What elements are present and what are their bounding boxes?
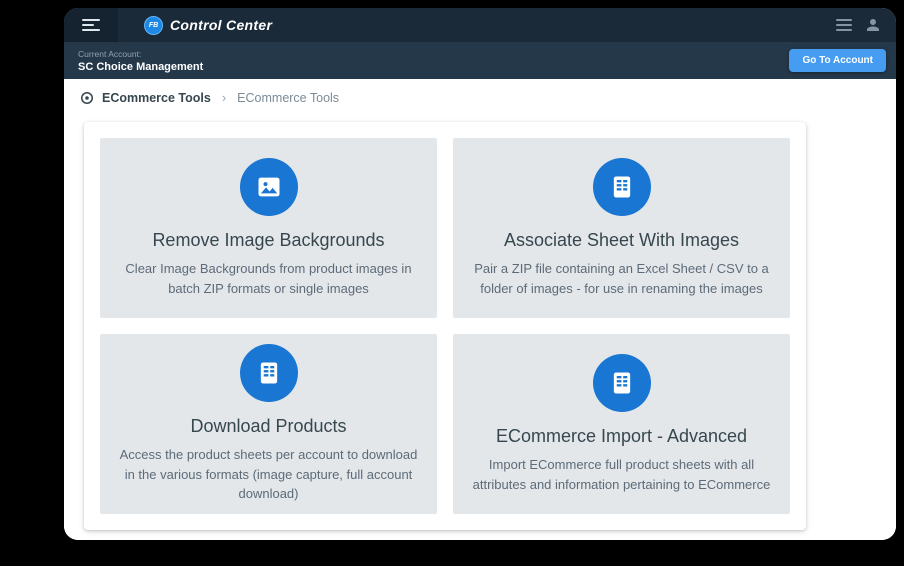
account-info: Current Account: SC Choice Management — [78, 49, 203, 73]
app-window: FB Control Center Current Account: SC Ch… — [64, 8, 896, 540]
current-account-name: SC Choice Management — [78, 60, 204, 73]
account-bar: Current Account: SC Choice Management Go… — [64, 42, 896, 79]
tile-title: ECommerce Import - Advanced — [495, 426, 748, 446]
spreadsheet-icon — [592, 158, 651, 216]
brand: FB Control Center — [144, 15, 273, 35]
tile-description: Clear Image Backgrounds from product ima… — [125, 261, 412, 296]
breadcrumb-current: ECommerce Tools — [237, 90, 340, 105]
list-menu-icon[interactable] — [836, 19, 852, 31]
topbar-actions — [836, 16, 896, 34]
tile-description: Pair a ZIP file containing an Excel Shee… — [474, 261, 769, 296]
chevron-right-icon: › — [221, 90, 227, 105]
tools-card: Remove Image Backgrounds Clear Image Bac… — [84, 122, 806, 530]
main-content: Remove Image Backgrounds Clear Image Bac… — [64, 116, 896, 540]
spreadsheet-icon — [239, 344, 298, 403]
spreadsheet-icon — [592, 354, 651, 412]
app-title: Control Center — [170, 17, 273, 33]
breadcrumb: ECommerce Tools › ECommerce Tools — [64, 79, 896, 116]
tile-title: Remove Image Backgrounds — [152, 230, 385, 250]
tile-download-products[interactable]: Download Products Access the product she… — [100, 334, 437, 514]
tile-remove-image-backgrounds[interactable]: Remove Image Backgrounds Clear Image Bac… — [100, 138, 437, 318]
tile-description: Access the product sheets per account to… — [119, 447, 418, 502]
current-account-label: Current Account: — [78, 48, 142, 59]
module-icon — [80, 91, 94, 104]
app-logo: FB — [144, 15, 163, 35]
hamburger-icon — [82, 19, 100, 31]
top-bar: FB Control Center — [64, 8, 896, 42]
tile-title: Download Products — [190, 416, 347, 437]
tile-description: Import ECommerce full product sheets wit… — [472, 457, 771, 492]
tile-ecommerce-import-advanced[interactable]: ECommerce Import - Advanced Import EComm… — [453, 334, 790, 514]
image-icon — [239, 158, 298, 216]
breadcrumb-root[interactable]: ECommerce Tools — [102, 91, 211, 105]
user-account-button[interactable] — [864, 16, 882, 34]
hamburger-menu-button[interactable] — [64, 8, 118, 42]
go-to-account-button[interactable]: Go To Account — [789, 49, 886, 72]
tile-associate-sheet-with-images[interactable]: Associate Sheet With Images Pair a ZIP f… — [453, 138, 790, 318]
user-icon — [867, 19, 879, 31]
tile-title: Associate Sheet With Images — [503, 230, 740, 250]
